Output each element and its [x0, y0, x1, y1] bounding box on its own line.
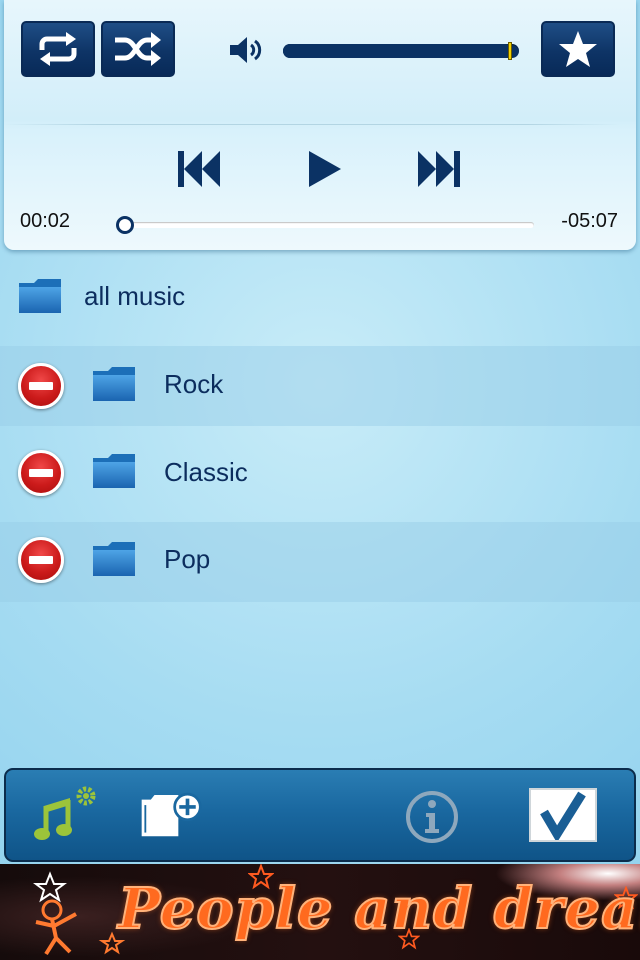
play-icon [309, 151, 341, 187]
add-folder-button[interactable] [138, 784, 204, 850]
player-panel: 00:02 -05:07 [4, 0, 636, 250]
elapsed-time: 00:02 [20, 210, 71, 232]
star-icon [559, 31, 597, 67]
remove-icon[interactable] [18, 450, 64, 496]
list-item-label: Pop [164, 544, 211, 574]
checkmark-icon [540, 791, 586, 840]
repeat-button[interactable] [21, 21, 95, 77]
previous-button[interactable] [174, 146, 224, 192]
remove-icon[interactable] [18, 363, 64, 409]
remaining-time: -05:07 [561, 210, 618, 232]
mascot-logo [33, 871, 126, 956]
list-item-label: Classic [164, 457, 248, 487]
volume-slider[interactable] [283, 42, 519, 60]
info-button[interactable] [399, 784, 465, 850]
speaker-icon [230, 37, 262, 63]
seek-slider[interactable] [116, 216, 534, 234]
ad-banner[interactable]: People and dream [0, 864, 640, 960]
music-settings-button[interactable] [32, 784, 98, 850]
bottom-toolbar [4, 768, 636, 862]
folder-icon [93, 367, 135, 401]
remove-icon[interactable] [18, 537, 64, 583]
banner-title: People and dream [117, 875, 640, 943]
shuffle-button[interactable] [101, 21, 175, 77]
list-item-rock[interactable]: Rock [0, 346, 640, 426]
add-folder-icon [141, 792, 202, 837]
seek-thumb[interactable] [116, 216, 134, 234]
done-button[interactable] [529, 788, 597, 842]
folder-icon [93, 454, 135, 488]
list-item-label: Rock [164, 369, 224, 399]
repeat-icon [39, 32, 77, 66]
folder-icon [93, 542, 135, 576]
next-button[interactable] [414, 146, 464, 192]
volume-thumb[interactable] [508, 42, 512, 60]
skip-forward-icon [418, 151, 460, 187]
play-button[interactable] [300, 146, 348, 192]
list-item-classic[interactable]: Classic [0, 426, 640, 522]
folder-icon [19, 279, 61, 313]
list-item-all-music[interactable]: all music [0, 252, 640, 346]
skip-back-icon [178, 151, 220, 187]
music-settings-icon [34, 786, 96, 840]
list-item-pop[interactable]: Pop [0, 522, 640, 602]
shuffle-icon [115, 32, 161, 66]
list-item-label: all music [84, 281, 186, 311]
favorite-button[interactable] [541, 21, 615, 77]
volume-fill [283, 44, 512, 58]
info-icon [406, 791, 458, 843]
panel-divider [4, 124, 620, 125]
